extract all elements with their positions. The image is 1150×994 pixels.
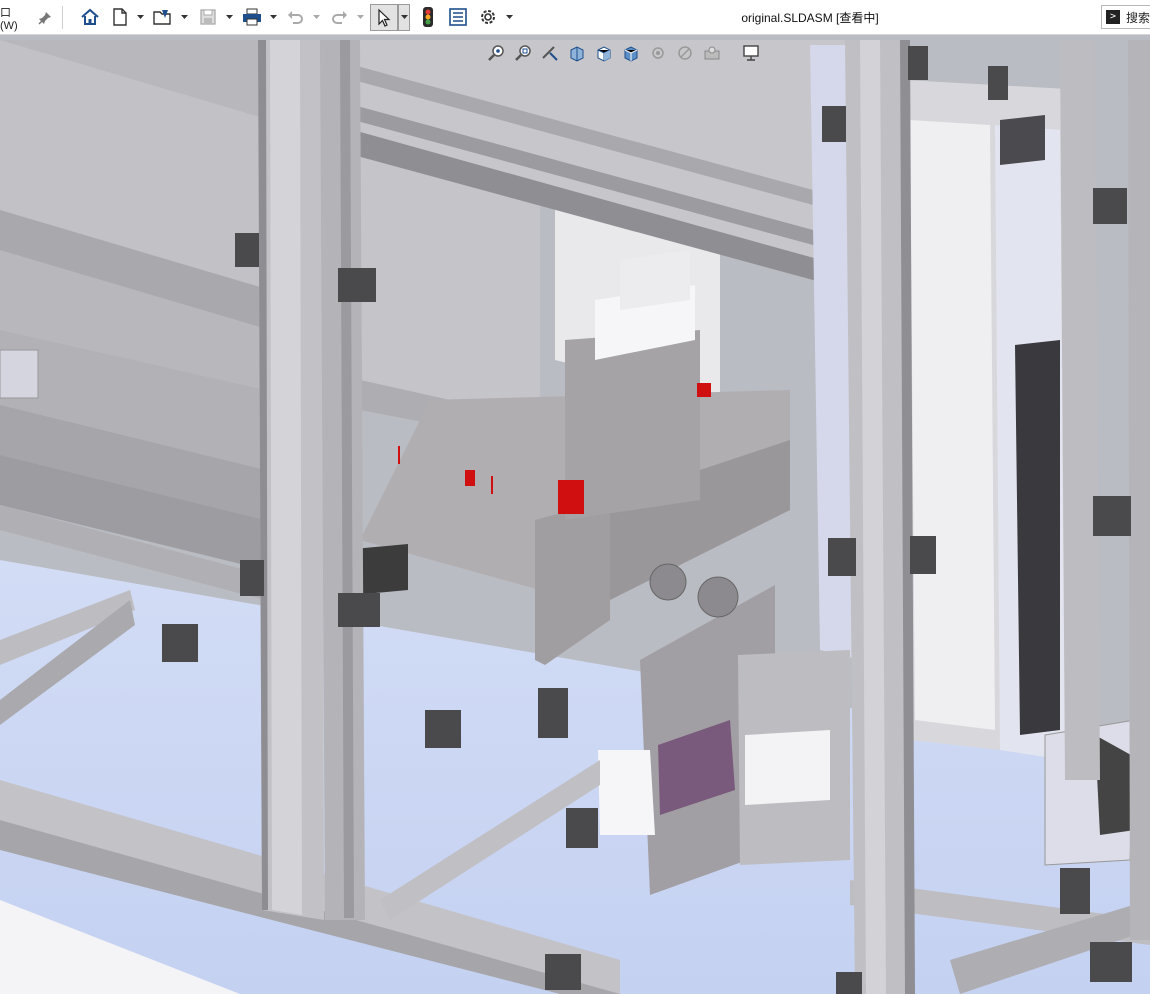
red-marker [558, 480, 584, 514]
select-arrow-icon[interactable] [370, 4, 398, 31]
new-document-icon[interactable] [108, 5, 132, 29]
toolbar-separator [62, 6, 63, 29]
print-icon[interactable] [240, 5, 264, 29]
display-style-icon[interactable] [619, 41, 643, 65]
options-gear-icon[interactable] [476, 5, 500, 29]
heads-up-view-toolbar [484, 40, 766, 66]
chevron-down-icon[interactable] [270, 12, 277, 22]
document-title: original.SLDASM [查看中] [741, 11, 879, 25]
gripper-slider [565, 330, 700, 520]
chevron-down-icon[interactable] [357, 12, 364, 22]
file-properties-icon[interactable] [446, 5, 470, 29]
assembly-model-render [0, 35, 1150, 994]
scene-icon[interactable] [700, 41, 724, 65]
appearance-icon[interactable] [673, 41, 697, 65]
traffic-light-icon[interactable] [416, 5, 440, 29]
graphics-area[interactable] [0, 35, 1150, 994]
chevron-down-icon[interactable] [226, 12, 233, 22]
chevron-down-icon[interactable] [137, 12, 144, 22]
corner-bracket [235, 233, 259, 267]
chevron-down-icon[interactable] [181, 12, 188, 22]
red-marker [465, 470, 475, 486]
cable-chain [1015, 340, 1060, 735]
chevron-down-icon[interactable] [313, 12, 320, 22]
open-icon[interactable] [151, 5, 175, 29]
search-commands-box[interactable]: > 搜索 [1101, 5, 1150, 29]
home-icon[interactable] [78, 5, 102, 29]
previous-view-icon[interactable] [538, 41, 562, 65]
title-bar: 口(W) original.SLDASM [查看中] > 搜索 [0, 0, 1150, 35]
zoom-to-area-icon[interactable] [511, 41, 535, 65]
hide-show-items-icon[interactable] [646, 41, 670, 65]
zoom-to-fit-icon[interactable] [484, 41, 508, 65]
view-orientation-icon[interactable] [592, 41, 616, 65]
view-settings-icon[interactable] [739, 41, 763, 65]
command-prompt-icon: > [1106, 10, 1120, 24]
search-label: 搜索 [1126, 10, 1150, 25]
redo-icon[interactable] [328, 5, 352, 29]
section-view-icon[interactable] [565, 41, 589, 65]
save-icon[interactable] [196, 5, 220, 29]
red-marker [697, 383, 711, 397]
chevron-down-icon[interactable] [398, 4, 410, 31]
pin-icon[interactable] [36, 0, 54, 35]
sensor-box [0, 349, 39, 399]
chevron-down-icon[interactable] [506, 12, 513, 22]
undo-icon[interactable] [283, 5, 307, 29]
window-menu-fragment[interactable]: 口(W) [0, 0, 26, 35]
